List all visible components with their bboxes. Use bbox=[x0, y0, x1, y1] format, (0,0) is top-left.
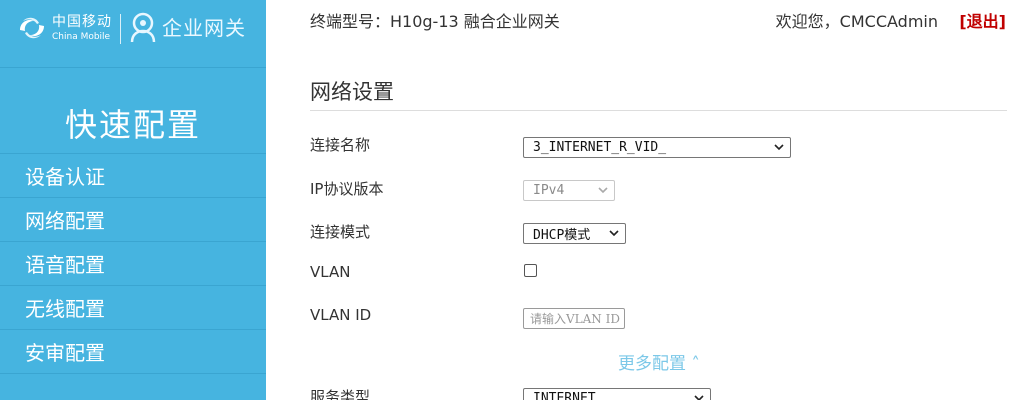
logo-divider bbox=[120, 14, 121, 44]
more-config-link[interactable]: 更多配置 ˄ bbox=[618, 349, 700, 374]
sidebar-item-network-config[interactable]: 网络配置 bbox=[0, 198, 266, 242]
china-mobile-name: 中国移动 bbox=[52, 14, 112, 30]
sidebar-item-wireless-config[interactable]: 无线配置 bbox=[0, 286, 266, 330]
china-mobile-logo-icon bbox=[20, 17, 44, 39]
chevron-down-icon bbox=[774, 144, 784, 151]
chevron-down-icon bbox=[609, 230, 619, 237]
sidebar-title: 快速配置 bbox=[0, 68, 266, 154]
vlan-id-input[interactable] bbox=[523, 308, 625, 329]
sidebar-item-voice-config[interactable]: 语音配置 bbox=[0, 242, 266, 286]
connection-name-label: 连接名称 bbox=[310, 136, 371, 154]
enterprise-gateway-icon bbox=[130, 12, 156, 43]
ip-version-select[interactable]: IPv4 bbox=[523, 180, 615, 201]
section-divider bbox=[310, 110, 1007, 111]
section-title: 网络设置 bbox=[310, 80, 394, 104]
chevron-down-icon bbox=[598, 187, 608, 194]
device-model-label: 终端型号：H10g-13 融合企业网关 bbox=[310, 12, 560, 31]
china-mobile-subtitle: China Mobile bbox=[52, 32, 111, 42]
ip-version-value: IPv4 bbox=[533, 183, 565, 198]
connection-mode-label: 连接模式 bbox=[310, 223, 371, 241]
sidebar-item-device-auth[interactable]: 设备认证 bbox=[0, 154, 266, 198]
vlan-id-label: VLAN ID bbox=[310, 306, 372, 324]
sidebar: 中国移动 China Mobile 企业网关 快速配置 设备认证 网络配置 语音… bbox=[0, 0, 266, 400]
top-bar: 终端型号：H10g-13 融合企业网关 欢迎您，CMCCAdmin [退出] bbox=[266, 0, 1026, 40]
connection-name-select[interactable]: 3_INTERNET_R_VID_ bbox=[523, 137, 791, 158]
service-type-label: 服务类型 bbox=[310, 388, 371, 400]
logout-link[interactable]: [退出] bbox=[959, 8, 1006, 32]
main-content: 终端型号：H10g-13 融合企业网关 欢迎您，CMCCAdmin [退出] 网… bbox=[266, 0, 1026, 400]
service-type-value: INTERNET bbox=[533, 391, 596, 400]
logo-bar: 中国移动 China Mobile 企业网关 bbox=[0, 0, 266, 68]
welcome-text: 欢迎您，CMCCAdmin bbox=[775, 12, 938, 31]
ip-version-label: IP协议版本 bbox=[310, 180, 384, 198]
connection-mode-value: DHCP模式 bbox=[533, 228, 591, 243]
enterprise-gateway-name: 企业网关 bbox=[162, 16, 246, 40]
vlan-label: VLAN bbox=[310, 263, 351, 281]
connection-mode-select[interactable]: DHCP模式 bbox=[523, 223, 626, 244]
sidebar-item-security-config[interactable]: 安审配置 bbox=[0, 330, 266, 374]
connection-name-value: 3_INTERNET_R_VID_ bbox=[533, 140, 667, 155]
service-type-select[interactable]: INTERNET bbox=[523, 388, 711, 400]
chevron-down-icon bbox=[694, 395, 704, 400]
vlan-checkbox[interactable] bbox=[524, 264, 537, 277]
